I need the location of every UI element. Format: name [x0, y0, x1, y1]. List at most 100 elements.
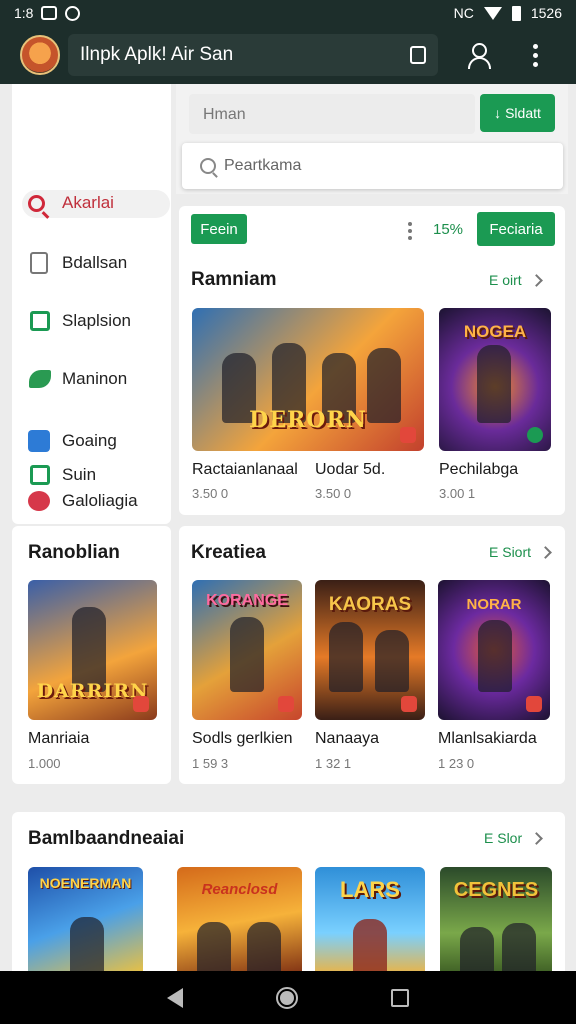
kreatiea-panel: Kreatiea E Siort KORANGE Sodls gerlkien …: [179, 526, 565, 784]
sidebar-item-documents[interactable]: Bdallsan: [12, 248, 171, 278]
more-options-icon[interactable]: [532, 43, 538, 67]
bag-icon: [30, 311, 50, 331]
search-icon: [200, 158, 216, 174]
game-price: 3.50 0: [192, 486, 229, 501]
game-thumbnail: LARS: [315, 867, 425, 977]
store-badge-icon: [526, 696, 542, 712]
game-thumbnail: DARRIRN: [28, 580, 157, 720]
sidebar-item-label: Slaplsion: [62, 311, 131, 330]
bottom-section-panel: Bamlbaandneaiai E Slor NOENERMAN Reanclo…: [12, 812, 565, 982]
game-thumbnail: Reanclosd: [177, 867, 302, 977]
app-title: Ilnpk Aplk! Air San: [80, 44, 234, 65]
game-card[interactable]: NORAR Mlanlsakiarda 1 23 0: [438, 580, 550, 780]
suggestion-text: Peartkama: [224, 157, 302, 174]
game-name: Nanaaya: [315, 730, 380, 747]
app-title-box[interactable]: Ilnpk Aplk! Air San: [68, 34, 438, 76]
home-icon[interactable]: [275, 986, 298, 1009]
game-price: 1 23 0: [438, 756, 475, 771]
game-card[interactable]: LARS: [315, 867, 425, 977]
game-price: 1.000: [28, 756, 61, 771]
side-feature-panel: Ranoblian DARRIRN Manriaia 1.000: [12, 526, 171, 784]
sidebar-item-label: Goaing: [62, 431, 117, 450]
featured-panel: Feein 15% Feciaria Ramniam E oirt DERORN…: [179, 206, 565, 515]
sidebar-item-tag[interactable]: Galoliagia: [12, 486, 171, 516]
battery-icon: [511, 5, 521, 21]
status-clock: 1526: [530, 5, 562, 21]
section-title: Bamlbaandneaiai: [28, 828, 185, 849]
section-title: Ranoblian: [28, 542, 120, 563]
game-card[interactable]: NOGEA Pechilabga 3.00 1: [439, 308, 551, 501]
game-card[interactable]: NOENERMAN: [28, 867, 143, 977]
section-title: Kreatiea: [191, 542, 266, 563]
game-thumbnail: KAORAS: [315, 580, 425, 720]
game-price: 3.00 1: [439, 486, 476, 501]
document-icon: [30, 252, 48, 274]
chevron-right-icon: [529, 273, 543, 287]
tag-icon: [28, 491, 50, 511]
status-time: 1:8: [14, 5, 34, 21]
recent-apps-icon[interactable]: [391, 988, 410, 1007]
discount-label: 15%: [433, 221, 464, 238]
play-icon: [30, 465, 50, 485]
status-bar: 1:8 NC 1526: [0, 0, 576, 26]
sidebar-item-check[interactable]: Goaing: [12, 426, 171, 456]
chevron-right-icon: [539, 545, 552, 559]
store-badge-icon: [527, 427, 543, 443]
back-icon[interactable]: [166, 987, 183, 1008]
game-thumbnail: NORAR: [438, 580, 550, 720]
wifi-icon: [483, 6, 502, 20]
game-name: Manriaia: [28, 730, 90, 747]
leaf-icon: [29, 370, 51, 388]
sidebar-item-leaf[interactable]: Maninon: [12, 364, 171, 394]
featured-chip[interactable]: Feein: [191, 214, 247, 244]
app-logo-avatar[interactable]: [20, 35, 60, 75]
game-card[interactable]: Reanclosd: [177, 867, 302, 977]
sidebar-item-label: Galoliagia: [62, 491, 138, 510]
game-card[interactable]: DARRIRN Manriaia 1.000: [28, 580, 158, 780]
filter-button[interactable]: ↓ Sldatt: [480, 94, 555, 132]
sidebar-item-label: Suin: [62, 465, 97, 484]
game-price: 1 59 3: [192, 756, 229, 771]
game-card-overlap: Uodar 5d. 3.50 0: [315, 308, 415, 501]
see-all-link[interactable]: E Slor: [484, 830, 543, 846]
game-name: Pechilabga: [439, 461, 519, 478]
sidebar: Akarlai Bdallsan Slaplsion Maninon Goain…: [12, 84, 171, 524]
system-nav-bar: [0, 971, 576, 1024]
search-input[interactable]: Hman: [189, 94, 475, 134]
game-price: 1 32 1: [315, 756, 352, 771]
game-thumbnail: NOENERMAN: [28, 867, 143, 977]
app-bar: Ilnpk Aplk! Air San: [0, 26, 576, 84]
store-badge-icon: [278, 696, 294, 712]
sidebar-item-label: Maninon: [62, 369, 128, 388]
chevron-right-icon: [530, 831, 543, 845]
game-card[interactable]: KAORAS Nanaaya 1 32 1: [315, 580, 425, 780]
sidebar-item-play[interactable]: Suin: [12, 460, 171, 490]
featured-more-icon[interactable]: [408, 222, 412, 240]
search-suggestion[interactable]: Peartkama: [182, 143, 563, 189]
user-profile-icon[interactable]: [466, 42, 492, 69]
game-name: Sodls gerlkien: [192, 730, 293, 747]
tab-switch-icon[interactable]: [410, 46, 426, 64]
game-thumbnail: NOGEA: [439, 308, 551, 451]
game-price: 3.50 0: [315, 486, 358, 501]
filter-label: Sldatt: [505, 105, 541, 121]
game-thumbnail: KORANGE: [192, 580, 302, 720]
game-card[interactable]: KORANGE Sodls gerlkien 1 59 3: [192, 580, 302, 780]
game-thumbnail: CEGNES: [440, 867, 552, 977]
arrow-down-icon: ↓: [494, 105, 502, 121]
sidebar-item-bag[interactable]: Slaplsion: [12, 306, 171, 336]
sidebar-item-label: Akarlai: [62, 193, 114, 212]
store-badge-icon: [401, 696, 417, 712]
store-badge-icon: [133, 696, 149, 712]
network-label: NC: [453, 5, 474, 21]
sidebar-item-label: Bdallsan: [62, 253, 128, 272]
see-all-link[interactable]: E oirt: [489, 272, 543, 288]
game-card[interactable]: CEGNES: [440, 867, 552, 977]
section-title: Ramniam: [191, 269, 277, 290]
featured-button[interactable]: Feciaria: [477, 212, 555, 246]
sidebar-item-search[interactable]: Akarlai: [12, 188, 171, 218]
game-name: Ractaianlanaal: [192, 461, 298, 478]
see-all-link[interactable]: E Siort: [489, 544, 552, 560]
search-icon: [28, 194, 45, 212]
image-notification-icon: [41, 6, 58, 20]
